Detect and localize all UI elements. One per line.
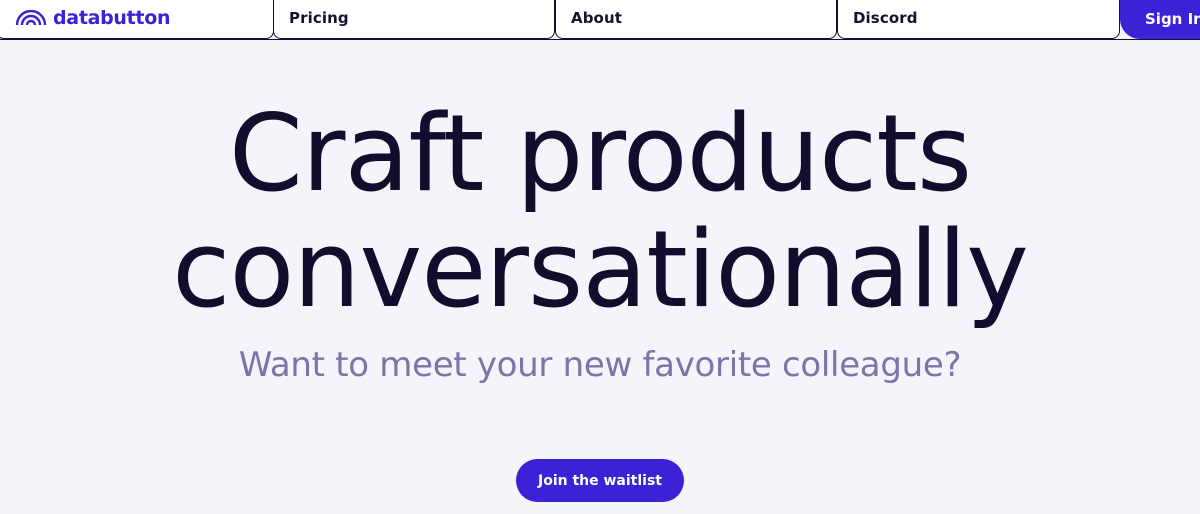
rainbow-arc-icon (15, 10, 47, 26)
hero-title: Craft products conversationally (0, 96, 1200, 328)
hero-title-line-1: Craft products (228, 92, 972, 215)
logo-link[interactable]: databutton (0, 0, 274, 39)
hero-title-line-2: conversationally (172, 208, 1029, 331)
sign-in-button[interactable]: Sign In (1120, 0, 1200, 39)
logo: databutton (15, 7, 171, 29)
brand-name: databutton (53, 7, 171, 29)
nav-item-label: About (571, 9, 623, 27)
nav-item-label: Discord (853, 9, 918, 27)
join-waitlist-button[interactable]: Join the waitlist (516, 459, 684, 502)
nav-item-discord[interactable]: Discord (837, 0, 1120, 39)
hero-subtitle: Want to meet your new favorite colleague… (238, 345, 962, 385)
nav-item-label: Pricing (289, 9, 349, 27)
nav-item-pricing[interactable]: Pricing (273, 0, 555, 39)
top-nav: databutton Pricing About Discord Sign In (0, 0, 1200, 40)
nav-item-about[interactable]: About (555, 0, 837, 39)
